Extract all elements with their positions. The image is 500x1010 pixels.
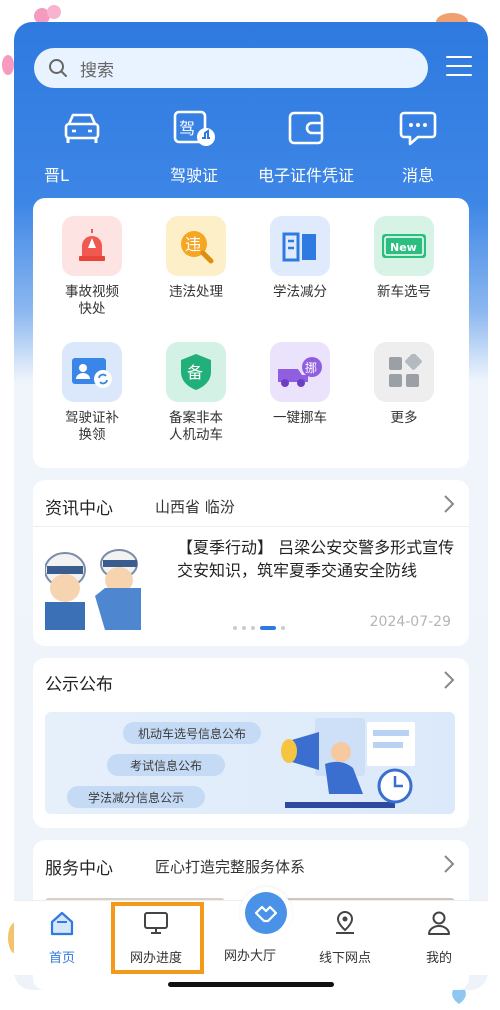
svg-text:New: New	[390, 241, 417, 254]
tab-online-hall[interactable]: 网办大厅	[205, 945, 295, 964]
notice-card[interactable]: 公示公布 机动车选号信息公布 考试信息公布 学法减分信息公示	[33, 658, 469, 828]
service-license-renew[interactable]: 驾驶证补换领	[41, 342, 143, 444]
home-icon	[50, 911, 74, 936]
notice-pill[interactable]: 学法减分信息公示	[67, 786, 205, 808]
alarm-icon	[62, 216, 122, 276]
chevron-right-icon[interactable]	[443, 670, 455, 690]
search-placeholder: 搜索	[80, 60, 114, 81]
new-plate-icon: New	[374, 216, 434, 276]
chevron-right-icon[interactable]	[443, 854, 455, 874]
carousel-dots	[233, 626, 290, 630]
location-pin-icon	[336, 910, 354, 934]
shortcut-label: 消息	[401, 166, 434, 185]
megaphone-illustration	[281, 718, 415, 808]
app-screen: 搜索 晋L 驾 驾驶证 电子证件凭证 消息 事故视频快处 违 违法处理 学法减分…	[14, 22, 488, 990]
service-label: 一键挪车	[273, 410, 327, 426]
book-icon	[270, 216, 330, 276]
news-headline[interactable]: 【夏季行动】 吕梁公安交警多形式宣传交安知识，筑牢夏季交通安全防线	[177, 536, 459, 582]
service-center-subtitle: 匠心打造完整服务体系	[155, 858, 306, 876]
shortcut-label: 电子证件凭证	[257, 166, 354, 185]
menu-icon[interactable]	[446, 56, 472, 78]
svg-text:违: 违	[185, 235, 201, 254]
license-renew-icon	[62, 342, 122, 402]
search-bar[interactable]: 搜索	[34, 48, 428, 88]
divider	[33, 526, 469, 527]
notice-pill[interactable]: 考试信息公布	[107, 754, 225, 776]
notice-banner[interactable]: 机动车选号信息公布 考试信息公布 学法减分信息公示	[45, 712, 455, 814]
service-label: 学法减分	[273, 284, 327, 300]
chevron-right-icon[interactable]	[443, 494, 455, 514]
news-thumbnail[interactable]	[45, 540, 141, 630]
user-icon	[428, 911, 450, 935]
tab-home[interactable]: 首页	[17, 909, 107, 966]
search-icon	[49, 59, 67, 77]
service-grid-card: 事故视频快处 违 违法处理 学法减分 New 新车选号 驾驶证补换领 备 备案非…	[33, 198, 469, 468]
service-label: 新车选号	[377, 284, 431, 300]
service-new-plate[interactable]: New 新车选号	[353, 216, 455, 301]
flower-sticker-icon	[34, 5, 61, 24]
svg-text:驾: 驾	[179, 119, 195, 138]
service-violation[interactable]: 违 违法处理	[145, 216, 247, 301]
service-label: 驾驶证补换领	[65, 410, 119, 443]
service-center-title: 服务中心	[45, 859, 113, 879]
filing-shield-icon: 备	[166, 342, 226, 402]
highlight-box	[111, 902, 204, 974]
more-grid-icon	[374, 342, 434, 402]
wallet-icon	[288, 111, 324, 145]
violation-search-icon: 违	[166, 216, 226, 276]
service-move-car[interactable]: 挪 一键挪车	[249, 342, 351, 427]
tab-label: 网办大厅	[223, 949, 276, 964]
tab-label: 首页	[48, 951, 75, 966]
service-label: 违法处理	[169, 284, 223, 300]
service-label: 事故视频快处	[65, 284, 119, 317]
news-card[interactable]: 资讯中心 山西省 临汾 【夏季行动】 吕梁公安交警多形式宣传交安知识，筑牢夏季交…	[33, 480, 469, 646]
online-hall-button[interactable]	[240, 887, 292, 939]
shortcut-plate[interactable]: 晋L	[32, 106, 132, 186]
service-study-deduction[interactable]: 学法减分	[249, 216, 351, 301]
service-label: 更多	[390, 410, 418, 426]
service-vehicle-filing[interactable]: 备 备案非本人机动车	[145, 342, 247, 444]
notice-title: 公示公布	[45, 675, 113, 695]
news-date: 2024-07-29	[369, 614, 451, 630]
shortcut-license[interactable]: 驾 驾驶证	[144, 106, 244, 186]
car-icon	[64, 113, 100, 143]
bottom-tab-bar: 首页 网办进度 网办大厅 线下网点 我的	[14, 887, 488, 975]
handshake-icon	[254, 905, 278, 923]
service-more[interactable]: 更多	[353, 342, 455, 427]
home-indicator	[168, 982, 334, 987]
shortcut-label: 晋L	[44, 166, 69, 185]
tab-label: 我的	[425, 951, 452, 966]
svg-text:备: 备	[187, 363, 203, 382]
license-icon: 驾	[173, 110, 215, 146]
tab-mine[interactable]: 我的	[394, 909, 484, 966]
news-region: 山西省 临汾	[155, 498, 235, 516]
shortcut-label: 驾驶证	[169, 166, 218, 185]
tab-label: 线下网点	[318, 951, 371, 966]
shortcut-certificates[interactable]: 电子证件凭证	[256, 106, 356, 186]
tab-offline-points[interactable]: 线下网点	[300, 909, 390, 966]
move-car-icon: 挪	[270, 342, 330, 402]
svg-text:挪: 挪	[305, 361, 317, 375]
news-title: 资讯中心	[45, 499, 113, 519]
shortcut-messages[interactable]: 消息	[368, 106, 468, 186]
service-accident-video[interactable]: 事故视频快处	[41, 216, 143, 318]
service-label: 备案非本人机动车	[169, 410, 223, 443]
notice-pill[interactable]: 机动车选号信息公布	[123, 722, 261, 744]
message-icon	[399, 111, 437, 146]
